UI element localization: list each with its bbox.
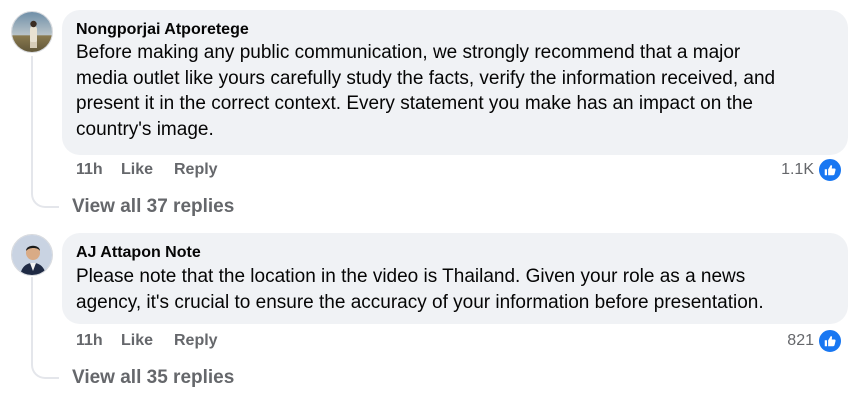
reply-button[interactable]: Reply bbox=[174, 332, 218, 350]
thread-curve bbox=[31, 359, 59, 379]
comment: AJ Attapon Note Please note that the loc… bbox=[0, 0, 850, 400]
comment-timestamp[interactable]: 11h bbox=[76, 332, 103, 350]
avatar-photo bbox=[12, 235, 52, 275]
avatar[interactable] bbox=[11, 234, 53, 276]
like-thumb-icon bbox=[817, 328, 843, 354]
comment-text-line: agency, it's crucial to ensure the accur… bbox=[76, 292, 764, 313]
view-replies-link[interactable]: View all 35 replies bbox=[72, 367, 234, 389]
like-button[interactable]: Like bbox=[121, 332, 153, 350]
comment-bubble[interactable]: AJ Attapon Note Please note that the loc… bbox=[62, 233, 848, 324]
reaction-count: 821 bbox=[787, 332, 814, 349]
thread-line bbox=[31, 277, 33, 361]
comment-author[interactable]: AJ Attapon Note bbox=[76, 244, 201, 262]
comment-text-line: Please note that the location in the vid… bbox=[76, 266, 746, 287]
reaction-summary[interactable]: 821 bbox=[787, 328, 843, 354]
